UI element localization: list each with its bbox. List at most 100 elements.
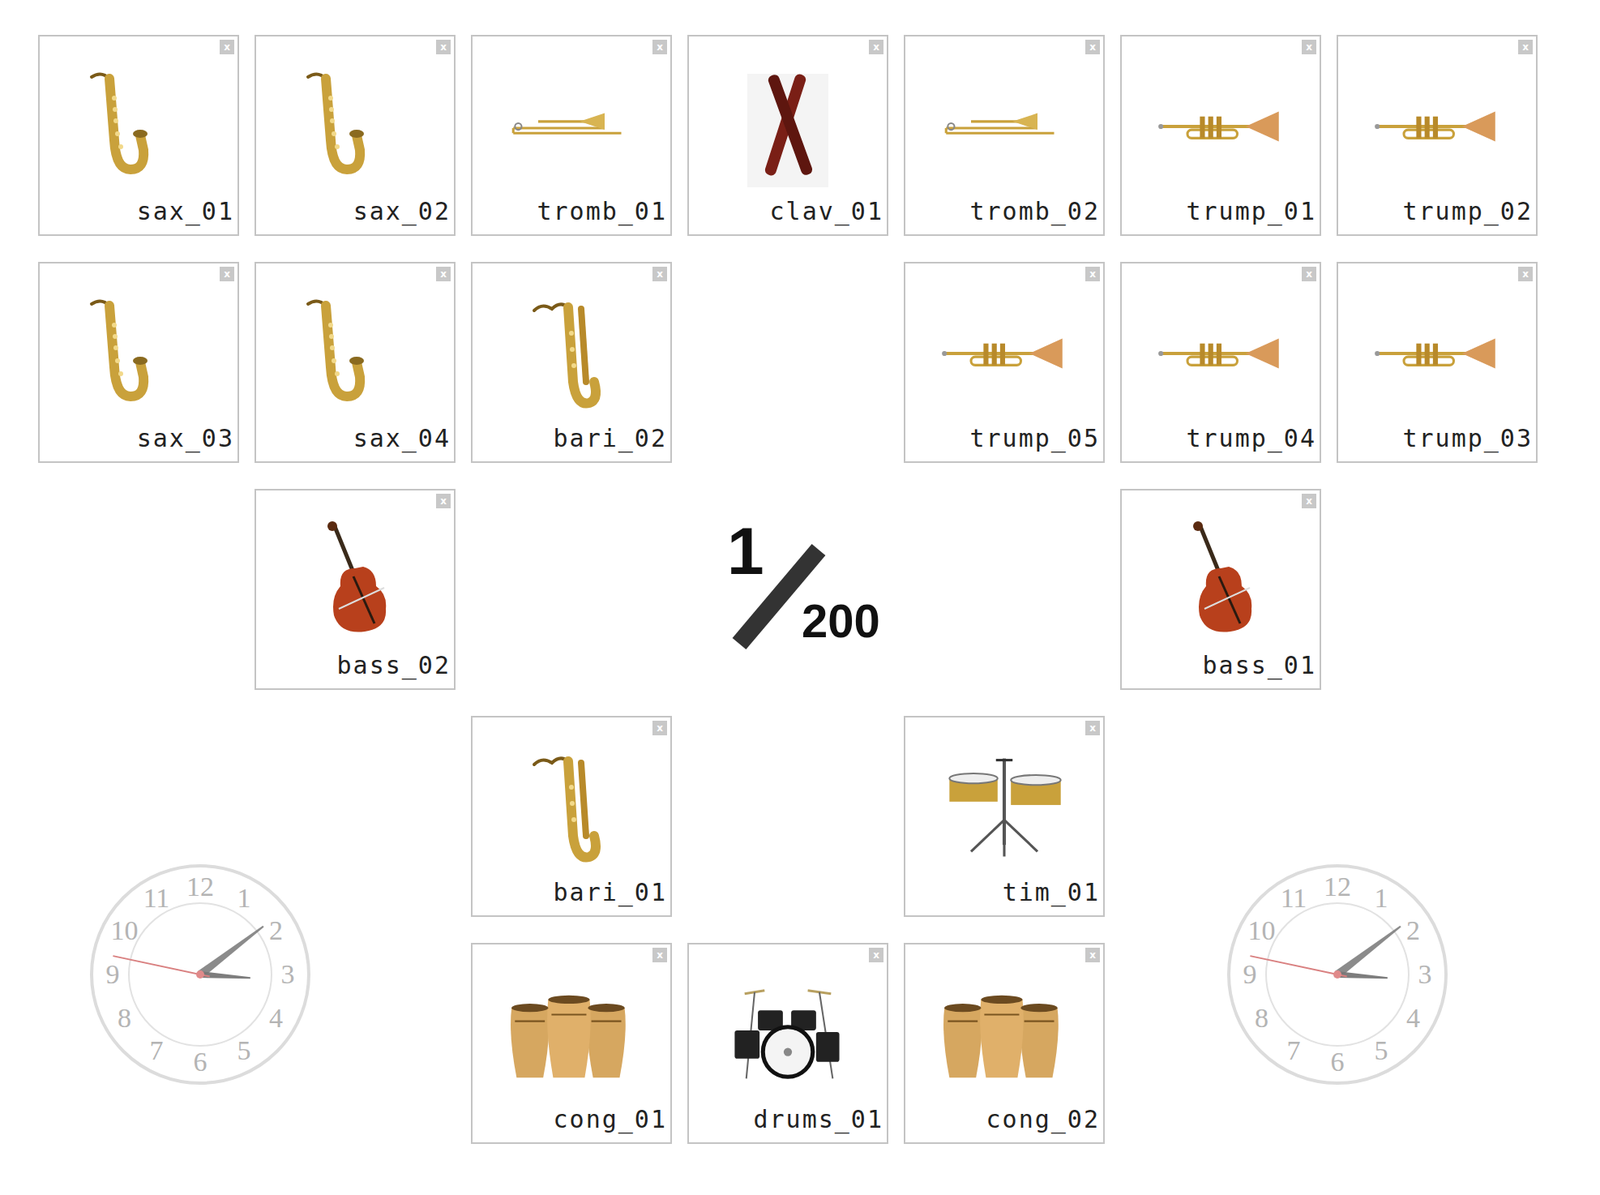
second-hand <box>1249 955 1347 976</box>
close-button[interactable]: x <box>219 39 235 55</box>
instrument-card[interactable]: x cong_01 <box>470 942 672 1144</box>
dial-number: 9 <box>1242 958 1257 989</box>
instrument-label: sax_01 <box>136 197 235 225</box>
dial-number: 3 <box>1417 958 1432 989</box>
close-button[interactable]: x <box>436 39 451 55</box>
dial-number: 9 <box>106 958 120 989</box>
close-button[interactable]: x <box>868 947 884 963</box>
instrument-card[interactable]: xbari_02 <box>470 261 672 463</box>
dial-number: 11 <box>1279 882 1307 913</box>
instrument-label: trump_02 <box>1403 197 1534 225</box>
instrument-card[interactable]: x sax_02 <box>254 34 456 236</box>
instrument-card[interactable]: x trump_03 <box>1336 261 1538 463</box>
instrument-card[interactable]: x trump_02 <box>1336 34 1538 236</box>
clock-icon: 121234567891011 <box>1223 860 1451 1088</box>
scale-fraction: 1200 <box>727 524 890 655</box>
close-button[interactable]: x <box>652 39 668 55</box>
double-bass-icon <box>1172 519 1270 642</box>
dial-number: 4 <box>269 1002 283 1033</box>
instrument-label: drums_01 <box>753 1105 885 1133</box>
instrument-card[interactable]: x bari_01 <box>470 715 672 917</box>
drum-kit-icon <box>721 973 855 1096</box>
instrument-card[interactable]: x bass_02 <box>254 488 456 690</box>
close-button[interactable]: x <box>1518 266 1533 282</box>
scale-numerator: 1 <box>727 517 765 585</box>
clock: 121234567891011 <box>86 860 314 1088</box>
instrument-card[interactable]: xtim_01 <box>903 715 1105 917</box>
instrument-card[interactable]: x sax_01 <box>38 34 240 236</box>
trumpet-icon <box>1370 65 1504 188</box>
trumpet-icon <box>1370 292 1504 415</box>
saxophone-icon <box>73 292 172 415</box>
instrument-card[interactable]: x clav_01 <box>687 34 889 236</box>
instrument-label: clav_01 <box>770 197 884 225</box>
instrument-label: bass_02 <box>337 651 451 679</box>
close-button[interactable]: x <box>1301 493 1317 509</box>
dial-number: 1 <box>1373 882 1388 913</box>
close-button[interactable]: x <box>868 39 884 55</box>
double-bass-icon <box>306 519 404 642</box>
dial-number: 6 <box>193 1046 208 1077</box>
dial-number: 11 <box>143 882 171 913</box>
instrument-label: trump_03 <box>1403 424 1534 452</box>
close-button[interactable]: x <box>1085 266 1100 282</box>
close-button[interactable]: x <box>1301 266 1317 282</box>
instrument-label: sax_04 <box>353 424 451 452</box>
close-button[interactable]: x <box>652 720 668 736</box>
baritone-sax-icon <box>522 746 621 869</box>
scale-denominator: 200 <box>801 597 881 645</box>
dial-number: 4 <box>1406 1002 1421 1033</box>
instrument-card[interactable]: x trump_01 <box>1120 34 1322 236</box>
minute-hand <box>197 923 266 978</box>
instrument-label: sax_02 <box>353 197 451 225</box>
trumpet-icon <box>1154 65 1288 188</box>
instrument-card[interactable]: x bass_01 <box>1120 488 1322 690</box>
instrument-label: trump_05 <box>970 424 1101 452</box>
stage-plot: xsax_01xsax_02xtromb_01xclav_01xtromb_02… <box>0 0 1600 1195</box>
dial-number: 2 <box>269 915 283 946</box>
close-button[interactable]: x <box>652 947 668 963</box>
saxophone-icon <box>290 65 388 188</box>
saxophone-icon <box>73 65 172 188</box>
instrument-label: trump_01 <box>1186 197 1318 225</box>
scale-area: 1 200 <box>470 488 1105 690</box>
close-button[interactable]: x <box>1085 720 1100 736</box>
close-button[interactable]: x <box>1518 39 1533 55</box>
instrument-card[interactable]: xsax_03 <box>38 261 240 463</box>
dial-number: 10 <box>110 915 138 946</box>
dial-number: 12 <box>1323 871 1352 902</box>
claves-icon <box>739 65 837 188</box>
instrument-label: cong_02 <box>986 1105 1100 1133</box>
instrument-label: bari_01 <box>553 878 668 906</box>
instrument-card[interactable]: xtrump_04 <box>1120 261 1322 463</box>
close-button[interactable]: x <box>1301 39 1317 55</box>
close-button[interactable]: x <box>436 266 451 282</box>
instrument-label: cong_01 <box>553 1105 668 1133</box>
clock: 121234567891011 <box>1223 860 1451 1088</box>
clock-icon: 121234567891011 <box>86 860 314 1088</box>
close-button[interactable]: x <box>219 266 235 282</box>
instrument-card[interactable]: x sax_04 <box>254 261 456 463</box>
trumpet-icon <box>937 292 1071 415</box>
close-button[interactable]: x <box>1085 947 1100 963</box>
dial-number: 8 <box>117 1002 132 1033</box>
instrument-label: tromb_01 <box>537 197 668 225</box>
instrument-card[interactable]: x cong_02 <box>903 942 1105 1144</box>
instrument-card[interactable]: x drums_01 <box>687 942 889 1144</box>
close-button[interactable]: x <box>652 266 668 282</box>
instrument-card[interactable]: x tromb_01 <box>470 34 672 236</box>
close-button[interactable]: x <box>1085 39 1100 55</box>
dial-number: 6 <box>1330 1046 1344 1077</box>
dial-number: 3 <box>281 958 296 989</box>
minute-hand <box>1334 923 1403 978</box>
instrument-card[interactable]: xtromb_02 <box>903 34 1105 236</box>
dial-number: 5 <box>237 1035 252 1066</box>
stage-grid: xsax_01xsax_02xtromb_01xclav_01xtromb_02… <box>0 0 1600 1144</box>
instrument-card[interactable]: x trump_05 <box>903 261 1105 463</box>
saxophone-icon <box>290 292 388 415</box>
dial-number: 12 <box>186 871 214 902</box>
dial-number: 2 <box>1406 915 1421 946</box>
close-button[interactable]: x <box>436 493 451 509</box>
instrument-label: bass_01 <box>1202 651 1317 679</box>
congas-icon <box>937 973 1071 1096</box>
